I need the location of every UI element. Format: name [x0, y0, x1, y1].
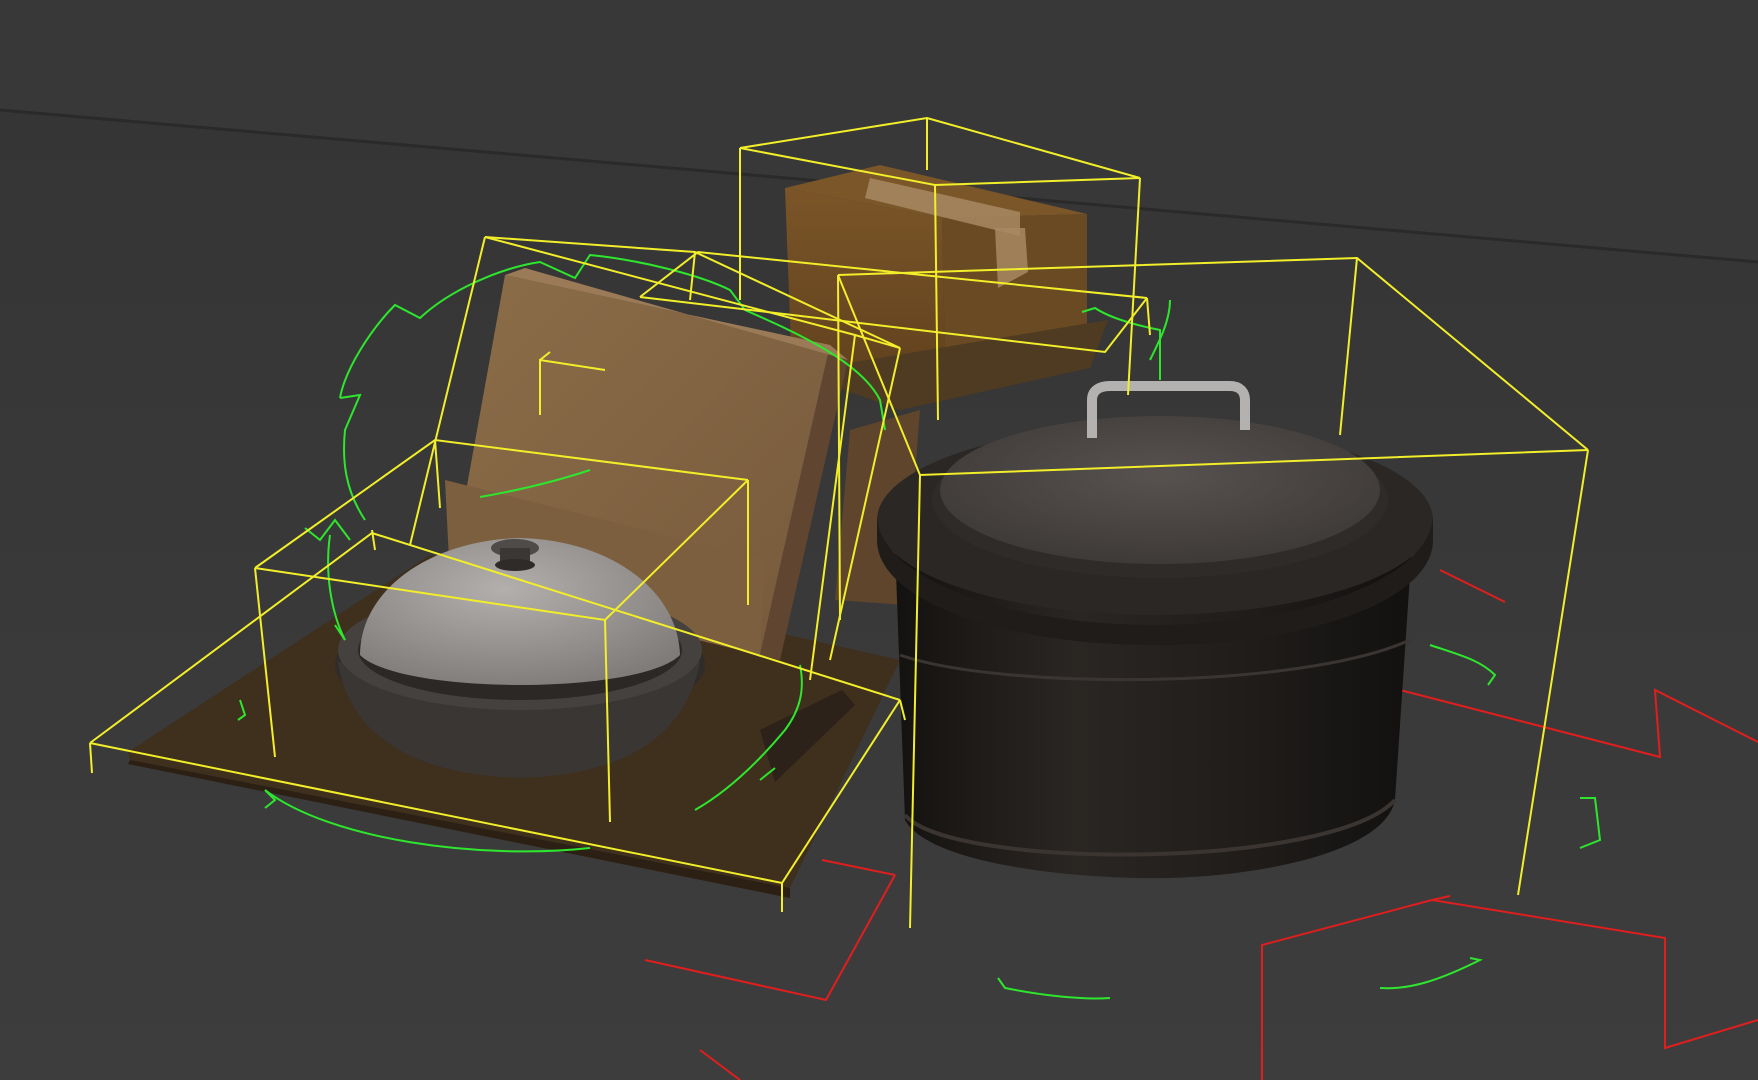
3d-viewport[interactable]: [0, 0, 1758, 1080]
